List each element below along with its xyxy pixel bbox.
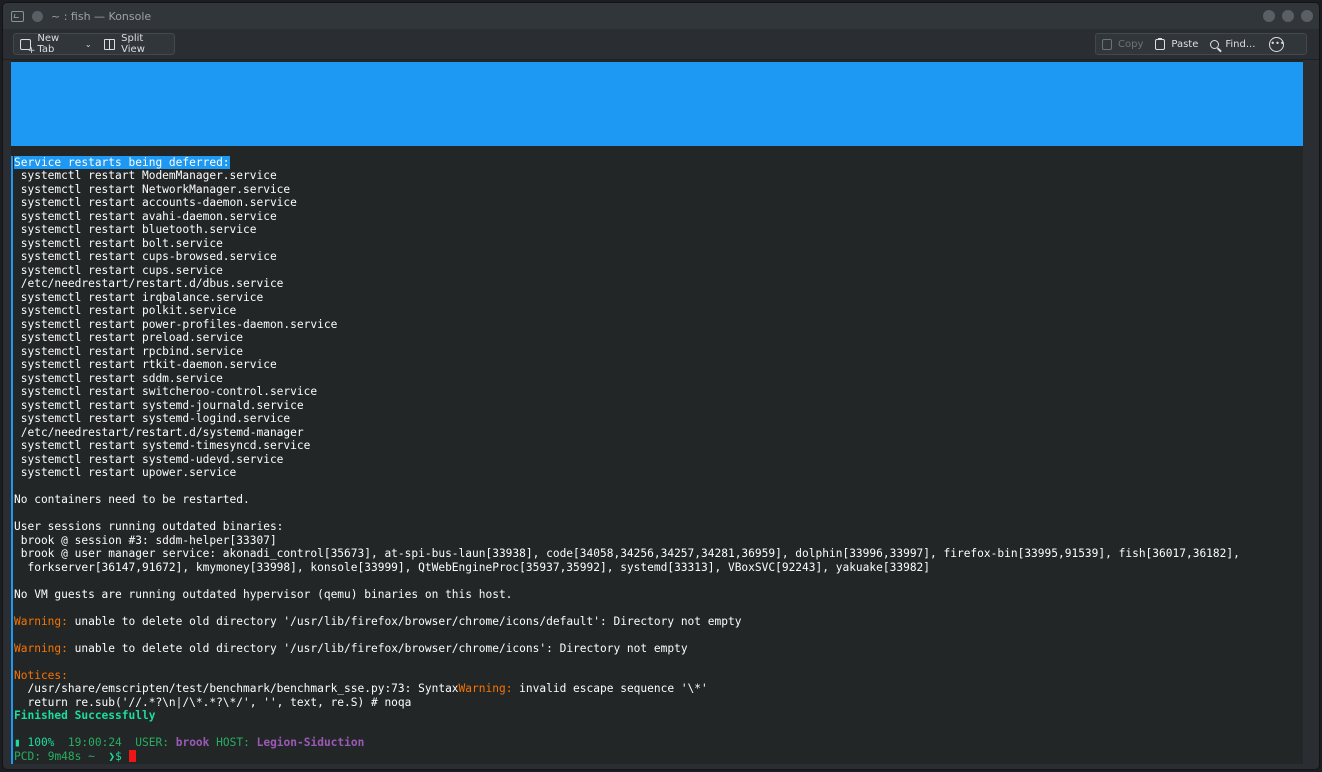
toolbar-left-group: New Tab ⌄ Split View — [13, 33, 175, 56]
service-restart-line: systemctl restart rpcbind.service — [14, 344, 244, 358]
session-line: forkserver[36147,91672], kmymoney[33998]… — [14, 560, 931, 574]
warning-line: Warning: unable to delete old directory … — [14, 642, 1240, 656]
service-restart-line: systemctl restart systemd-journald.servi… — [14, 398, 304, 412]
selected-header: Service restarts being deferred: — [14, 155, 230, 169]
warning-line: Warning: unable to delete old directory … — [14, 615, 1240, 629]
window-title: ~ : fish — Konsole — [51, 9, 152, 23]
prompt-status-line: ▮ 100% 19:00:24 USER: brook HOST: Legion… — [14, 736, 1240, 750]
split-view-button[interactable]: Split View — [98, 33, 174, 55]
find-icon — [1210, 39, 1220, 49]
paste-button[interactable]: Paste — [1149, 34, 1204, 54]
warning-text: unable to delete old directory '/usr/lib… — [67, 614, 742, 628]
warning-text: unable to delete old directory '/usr/lib… — [67, 641, 688, 655]
window-controls — [1263, 10, 1313, 22]
terminal-cursor[interactable] — [128, 749, 136, 762]
prompt-host: Legion-Siduction — [256, 736, 365, 749]
split-view-label: Split View — [121, 33, 145, 55]
keep-above-icon[interactable] — [32, 10, 43, 22]
toolbar-right-group: Copy Paste Find... ••• — [1095, 33, 1307, 55]
split-view-icon — [103, 38, 116, 50]
prompt-user-label: USER: — [135, 736, 169, 749]
service-restart-list: systemctl restart ModemManager.service s… — [14, 169, 1240, 480]
service-restart-line: systemctl restart preload.service — [14, 331, 244, 344]
notices-label: Notices: — [14, 668, 68, 682]
battery-indicator: ▮ 100% — [14, 736, 55, 749]
no-containers-line: No containers need to be restarted. — [14, 493, 250, 506]
konsole-window: ~ : fish — Konsole New Tab ⌄ Split View … — [2, 2, 1320, 770]
prompt-dir: ~ — [88, 749, 95, 763]
service-restart-line: systemctl restart upower.service — [14, 466, 237, 479]
service-restart-line: systemctl restart ModemManager.service — [14, 169, 277, 182]
paste-label: Paste — [1171, 38, 1199, 50]
paste-icon — [1155, 37, 1166, 50]
konsole-app-icon[interactable] — [11, 10, 24, 22]
notice-warning-label: Warning: — [458, 682, 513, 695]
minimize-button[interactable] — [1263, 10, 1275, 22]
prompt-input-line: PCD: 9m48s ~ ❯$ — [14, 749, 1240, 764]
terminal-scrollbar[interactable] — [1303, 60, 1309, 764]
find-button[interactable]: Find... — [1204, 34, 1261, 54]
more-icon[interactable]: ••• — [1269, 36, 1285, 52]
service-restart-line: systemctl restart systemd-timesyncd.serv… — [14, 439, 311, 452]
prompt-time: 19:00:24 — [67, 736, 122, 749]
selection-highlight — [11, 62, 1303, 146]
terminal-lines: Service restarts being deferred: systemc… — [14, 142, 1240, 764]
notice-code-line: return re.sub('//.*?\n|/\*.*?\*/', '', t… — [14, 695, 412, 709]
session-line: brook @ user manager service: akonadi_co… — [14, 547, 1240, 560]
copy-label: Copy — [1118, 38, 1144, 50]
service-restart-line: systemctl restart sddm.service — [14, 371, 223, 385]
user-sessions-header: User sessions running outdated binaries: — [14, 520, 284, 533]
copy-icon — [1102, 38, 1112, 50]
new-tab-button[interactable]: New Tab ⌄ — [14, 33, 98, 56]
warning-label: Warning: — [14, 641, 68, 655]
service-restart-line: systemctl restart cups.service — [14, 263, 223, 277]
title-bar: ~ : fish — Konsole — [3, 3, 1319, 29]
service-restart-line: systemctl restart irqbalance.service — [14, 290, 264, 304]
service-restart-line: systemctl restart polkit.service — [14, 304, 237, 317]
notice-text: invalid escape sequence '\*' — [512, 682, 708, 695]
prompt-host-label: HOST: — [216, 736, 250, 749]
maximize-button[interactable] — [1282, 10, 1294, 22]
service-restart-line: systemctl restart switcheroo-control.ser… — [14, 385, 318, 398]
service-restart-line: systemctl restart systemd-logind.service — [14, 412, 291, 425]
service-restart-line: systemctl restart NetworkManager.service — [14, 182, 291, 196]
service-restart-line: systemctl restart cups-browsed.service — [14, 250, 277, 263]
service-restart-line: systemctl restart accounts-daemon.servic… — [14, 196, 297, 209]
selection-margin — [11, 156, 13, 764]
new-tab-icon — [20, 38, 36, 56]
warning-label: Warning: — [14, 614, 68, 628]
notice-line: /usr/share/emscripten/test/benchmark/ben… — [14, 682, 1240, 696]
prompt-pcd-label: PCD: — [14, 749, 41, 763]
copy-button[interactable]: Copy — [1096, 34, 1149, 54]
service-restart-line: systemctl restart rtkit-daemon.service — [14, 358, 277, 371]
new-tab-label: New Tab — [37, 33, 60, 55]
prompt-user: brook — [175, 736, 210, 749]
service-restart-line: systemctl restart power-profiles-daemon.… — [14, 317, 338, 331]
notice-path: /usr/share/emscripten/test/benchmark/ben… — [14, 682, 459, 695]
service-restart-line: /etc/needrestart/restart.d/systemd-manag… — [14, 425, 304, 439]
chevron-down-icon[interactable]: ⌄ — [85, 40, 92, 49]
close-button[interactable] — [1301, 10, 1313, 22]
session-line: brook @ session #3: sddm-helper[33307] — [14, 533, 277, 547]
main-toolbar: New Tab ⌄ Split View Copy Paste Find... … — [3, 29, 1319, 60]
service-restart-line: /etc/needrestart/restart.d/dbus.service — [14, 277, 284, 290]
service-restart-line: systemctl restart bolt.service — [14, 236, 223, 250]
service-restart-line: systemctl restart systemd-udevd.service — [14, 452, 284, 466]
service-restart-line: systemctl restart avahi-daemon.service — [14, 209, 277, 223]
prompt-arrow: ❯$ — [108, 749, 122, 763]
prompt-pcd: 9m48s — [47, 749, 82, 763]
service-restart-line: systemctl restart bluetooth.service — [14, 223, 257, 236]
find-label: Find... — [1225, 38, 1256, 50]
finished-line: Finished Successfully — [14, 709, 156, 722]
terminal-output[interactable]: Service restarts being deferred: systemc… — [11, 60, 1309, 764]
no-vm-line: No VM guests are running outdated hyperv… — [14, 587, 513, 601]
